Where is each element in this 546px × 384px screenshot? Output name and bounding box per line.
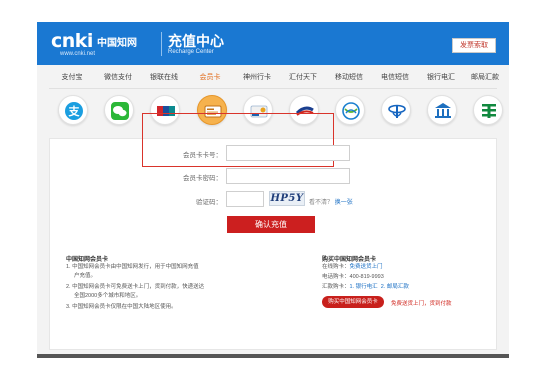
card-password-input[interactable] xyxy=(226,168,350,184)
tab-post-remit[interactable]: 邮局汇款 xyxy=(463,72,507,84)
captcha-input[interactable] xyxy=(226,191,264,207)
post-remit-link[interactable]: 2. 邮局汇款 xyxy=(381,284,409,290)
tab-underline xyxy=(49,88,497,89)
phone-buy-row: 电话购卡：400-819-9993 xyxy=(322,273,384,282)
bank-transfer-link[interactable]: 1. 银行电汇 xyxy=(350,284,378,290)
info-left-line2b: 全国2000多个城市和地区。 xyxy=(74,293,142,299)
wechat-icon[interactable] xyxy=(104,95,134,125)
info-left-line1b: 户充值。 xyxy=(74,273,97,279)
svg-text:支: 支 xyxy=(68,104,81,118)
tab-telecom-sms[interactable]: 电信短信 xyxy=(373,72,417,84)
tab-bank-transfer[interactable]: 银行电汇 xyxy=(419,72,463,84)
page-subtitle: Recharge Center xyxy=(168,49,214,55)
tab-member-card[interactable]: 会员卡 xyxy=(188,72,232,84)
payment-tabs: 支付宝 微信支付 银联在线 会员卡 神州行卡 汇付天下 移动短信 电信短信 银行… xyxy=(49,72,500,88)
alipay-icon[interactable]: 支 xyxy=(58,95,88,125)
info-left-line2: 2. 中国知网会员卡可免费送卡上门，货到付款，快递送达 xyxy=(66,284,205,290)
captcha-hint: 看不清？ xyxy=(309,200,334,206)
info-right-heading: 购买中国知网会员卡 xyxy=(322,257,377,263)
captcha-label: 验证码： xyxy=(196,199,222,206)
tab-alipay[interactable]: 支付宝 xyxy=(50,72,94,84)
card-number-label: 会员卡卡号： xyxy=(183,152,222,159)
tab-shenzhouxing[interactable]: 神州行卡 xyxy=(235,72,279,84)
china-telecom-icon[interactable] xyxy=(381,95,411,125)
captcha-refresh: 看不清？ 换一张 xyxy=(309,197,353,206)
phone-buy-label: 电话购卡： xyxy=(322,274,350,280)
captcha-image[interactable]: HP5Y xyxy=(269,191,305,206)
online-buy-label: 在线购卡： xyxy=(322,264,350,270)
info-left-line3: 3. 中国知网会员卡仅限在中国大陆地区使用。 xyxy=(66,304,177,310)
info-left-heading: 中国知网会员卡 xyxy=(66,257,109,263)
captcha-refresh-link[interactable]: 换一张 xyxy=(335,200,353,206)
tab-chinapnr[interactable]: 汇付天下 xyxy=(281,72,325,84)
page-title: 充值中心 xyxy=(168,33,224,49)
tab-wechat[interactable]: 微信支付 xyxy=(96,72,140,84)
header-bar: cnki 中国知网 www.cnki.net 充值中心 Recharge Cen… xyxy=(37,22,509,65)
cnki-logo[interactable]: cnki 中国知网 www.cnki.net xyxy=(51,30,151,58)
info-left-line1: 1. 中国知网会员卡由中国知网发行，用于中国知网充值 xyxy=(66,264,199,270)
buy-member-card-button[interactable]: 购买中国知网会员卡 xyxy=(322,296,384,308)
card-password-label: 会员卡密码： xyxy=(183,175,222,182)
online-buy-link[interactable]: 免费送货上门 xyxy=(350,264,383,270)
remit-buy-label: 汇款购卡： xyxy=(322,284,350,290)
online-buy-row: 在线购卡：免费送货上门 xyxy=(322,263,383,272)
bank-icon[interactable] xyxy=(427,95,457,125)
card-number-input[interactable] xyxy=(226,145,350,161)
logo-url: www.cnki.net xyxy=(60,51,96,57)
tab-unionpay[interactable]: 银联在线 xyxy=(142,72,186,84)
header-divider xyxy=(161,32,162,56)
china-mobile-icon[interactable] xyxy=(335,95,365,125)
invoice-request-button[interactable]: 发票索取 xyxy=(452,38,496,53)
post-office-icon[interactable] xyxy=(473,95,503,125)
tab-mobile-sms[interactable]: 移动短信 xyxy=(327,72,371,84)
buy-note-link[interactable]: 免费送货上门，货到付款 xyxy=(391,299,452,307)
phone-buy-value: 400-819-9993 xyxy=(349,274,384,280)
remit-buy-row: 汇款购卡：1. 银行电汇 2. 邮局汇款 xyxy=(322,283,409,292)
confirm-recharge-button[interactable]: 确认充值 xyxy=(227,216,315,233)
logo-cn: 中国知网 xyxy=(97,38,137,49)
logo-text: cnki xyxy=(51,30,93,52)
bottom-bar xyxy=(37,354,509,358)
